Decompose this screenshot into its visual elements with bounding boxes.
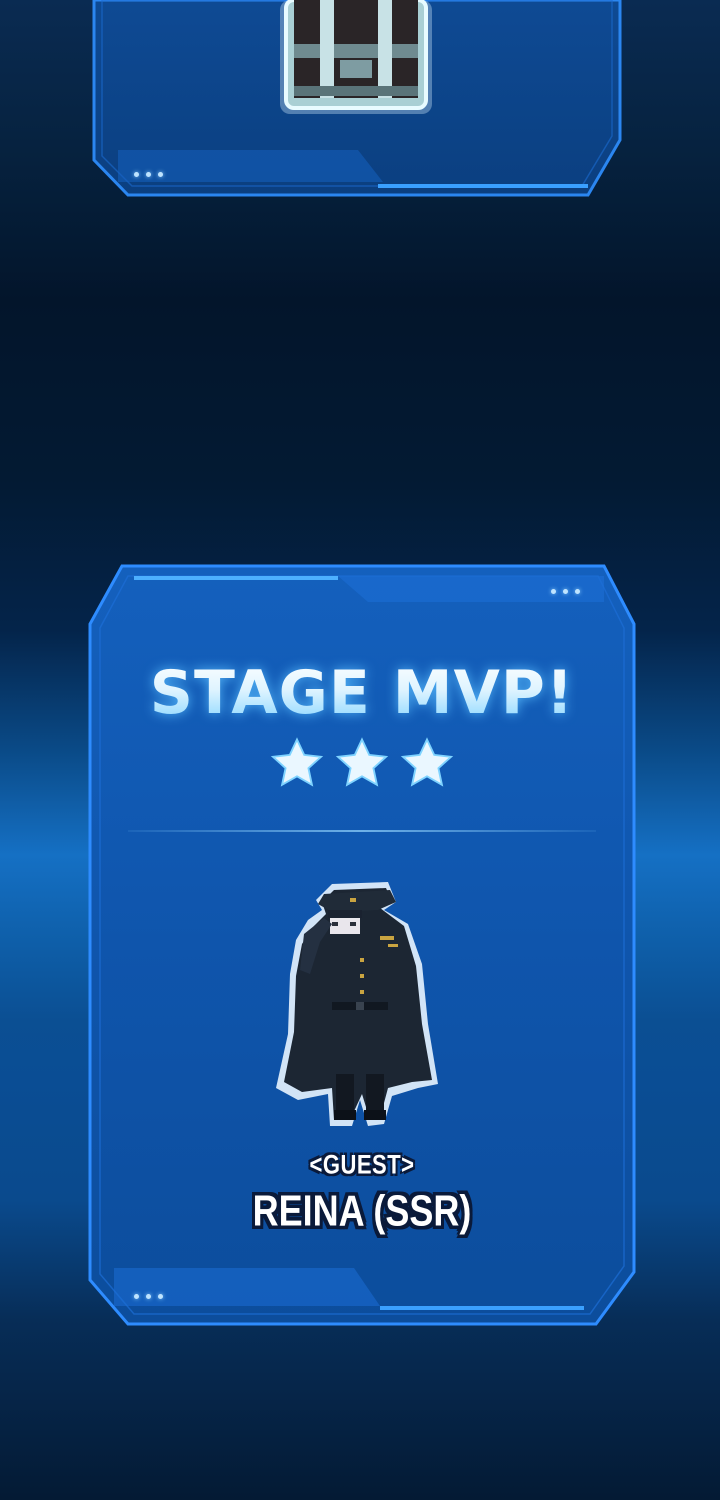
character-name: REINA (SSR): [252, 1185, 472, 1235]
stage-mvp-panel: STAGE MVP! <GUEST> REINA (SSR): [84, 562, 640, 1330]
treasure-chest-icon: [276, 0, 436, 122]
panel-dots-top: [551, 589, 580, 594]
star-icon: [270, 737, 324, 787]
guest-label: <GUEST>: [309, 1149, 415, 1180]
panel-dots: [134, 172, 163, 177]
star-icon: [335, 737, 389, 787]
reward-panel: [88, 0, 632, 205]
character-sprite: [268, 874, 444, 1138]
stage-mvp-title: STAGE MVP!: [84, 658, 640, 728]
star-rating: [84, 736, 640, 796]
divider: [128, 830, 596, 832]
panel-dots-bottom: [134, 1294, 163, 1299]
star-icon: [400, 737, 454, 787]
